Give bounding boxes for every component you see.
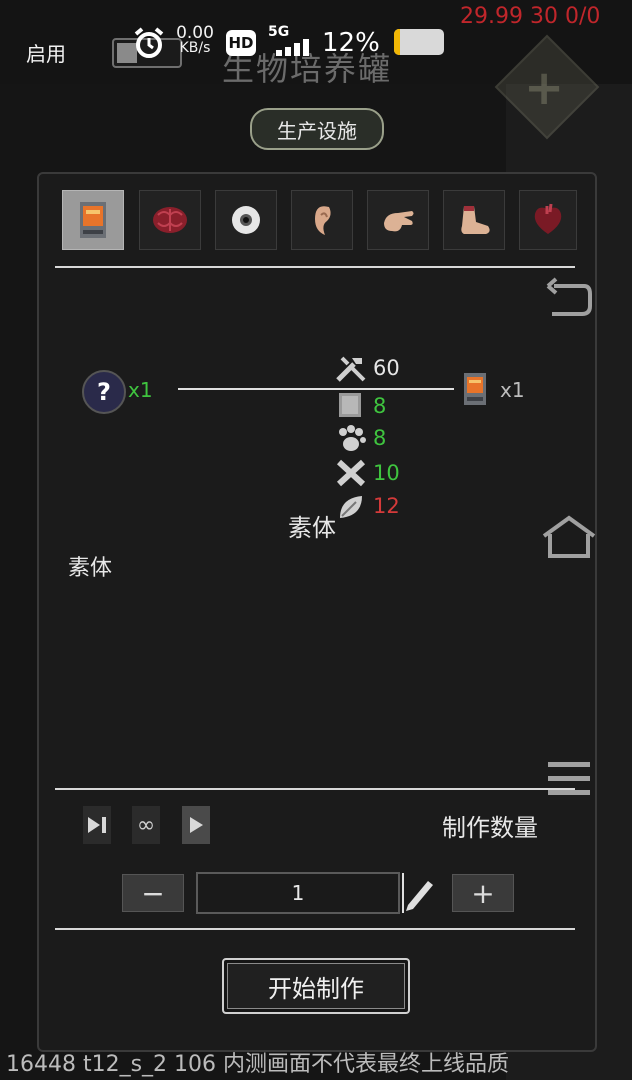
- decrease-button[interactable]: −: [122, 874, 184, 912]
- brain-icon: [153, 207, 187, 233]
- edit-quantity-button[interactable]: [400, 872, 438, 914]
- play-button[interactable]: [182, 806, 210, 844]
- requirement-value: 8: [373, 394, 387, 418]
- wrench-hammer-icon: [334, 354, 368, 384]
- terminal-icon: [80, 202, 106, 238]
- crafting-panel: [37, 172, 597, 1052]
- back-icon[interactable]: [546, 276, 594, 324]
- top-divider: [55, 266, 575, 268]
- start-production-button[interactable]: 开始制作: [222, 958, 410, 1014]
- network-speed-unit: KB/s: [179, 40, 211, 56]
- pencil-icon: [402, 873, 433, 913]
- increase-button[interactable]: +: [452, 874, 514, 912]
- question-icon: ?: [82, 370, 126, 414]
- input-quantity: x1: [128, 378, 153, 402]
- tab-eyeball[interactable]: [215, 190, 277, 250]
- toggle-label: 启用: [26, 42, 66, 66]
- battery-percent: 12%: [322, 28, 380, 58]
- tab-terminal[interactable]: [62, 190, 124, 250]
- leaf-icon: [334, 492, 368, 522]
- material-label: 素体: [68, 556, 113, 581]
- paper-icon: [334, 390, 368, 420]
- play-icon: [190, 817, 203, 833]
- paw-icon: [334, 424, 368, 454]
- hand-icon: [384, 211, 414, 232]
- menu-icon[interactable]: [546, 758, 592, 804]
- tab-ear[interactable]: [291, 190, 353, 250]
- fps-debug: 29.99 30 0/0: [460, 4, 601, 29]
- tab-hand[interactable]: [367, 190, 429, 250]
- skip-end-icon: [88, 817, 106, 833]
- alarm-icon: [132, 26, 166, 64]
- eyeball-icon: [232, 206, 260, 234]
- bottom-divider: [55, 928, 575, 930]
- tab-heart[interactable]: [519, 190, 577, 250]
- quantity-input[interactable]: 1: [196, 872, 400, 914]
- mid-divider: [55, 788, 575, 790]
- output-quantity: x1: [500, 378, 525, 402]
- output-terminal-icon: [462, 372, 488, 410]
- category-tag: 生产设施: [250, 108, 384, 150]
- hd-badge: HD: [226, 30, 256, 56]
- signal-icon: [276, 38, 316, 60]
- quantity-label: 制作数量: [442, 814, 538, 842]
- heart-icon: [534, 203, 562, 234]
- infinite-button[interactable]: ∞: [132, 806, 160, 844]
- tab-brain[interactable]: [139, 190, 201, 250]
- requirement-value: 8: [373, 426, 387, 450]
- battery-fill: [394, 29, 400, 55]
- foot-icon: [461, 206, 490, 234]
- ear-icon: [315, 206, 331, 235]
- home-icon[interactable]: [540, 514, 598, 564]
- network-speed: 0.00: [176, 23, 214, 43]
- requirement-value: 10: [373, 461, 400, 485]
- battery-icon: [394, 29, 444, 55]
- tools-cross-icon: [334, 458, 368, 488]
- build-info: 16448 t12_s_2 106 内测画面不代表最终上线品质: [6, 1052, 510, 1077]
- skip-end-button[interactable]: [83, 806, 111, 844]
- requirement-value: 60: [373, 356, 400, 380]
- material-label-center: 素体: [288, 514, 336, 542]
- recipe-line: [178, 388, 454, 390]
- requirement-value: 12: [373, 494, 400, 518]
- tab-foot[interactable]: [443, 190, 505, 250]
